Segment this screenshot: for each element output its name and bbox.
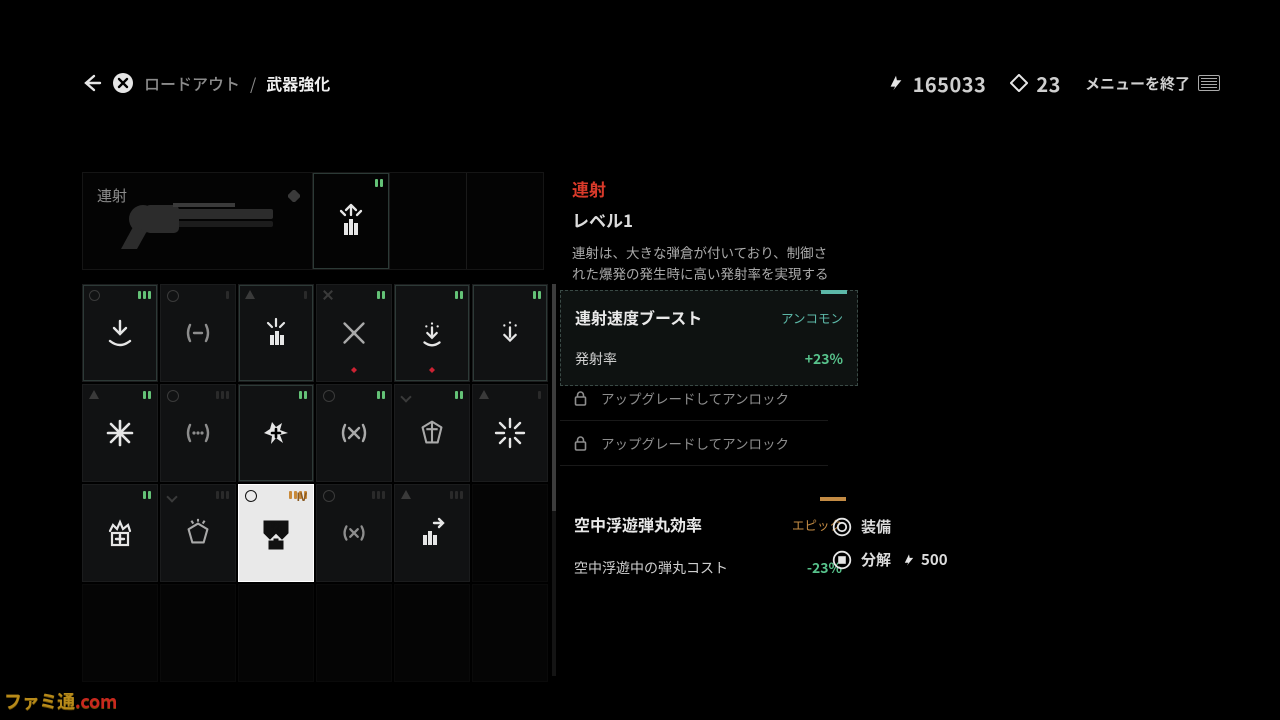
back-arrow-icon[interactable]	[82, 73, 102, 93]
locked-perk-label: アップグレードしてアンロック	[601, 388, 789, 408]
weapon-detail-panel: 連射 レベル1 連射は、大きな弾倉が付いており、制御された爆発の発生時に高い発射…	[572, 176, 852, 284]
locked-perk-row: アップグレードしてアンロック	[560, 376, 828, 421]
grid-cell-empty	[160, 584, 236, 682]
rarity-bar	[820, 497, 846, 501]
grid-cell[interactable]	[394, 484, 470, 582]
currency-scrap: 165033	[887, 69, 987, 98]
weapon-title: 連射	[572, 176, 852, 201]
gem-shine-icon	[179, 514, 217, 552]
grid-cell[interactable]	[394, 384, 470, 482]
perk-card-primary[interactable]: 連射速度ブースト アンコモン 発射率 +23%	[560, 290, 858, 386]
weapon-slot[interactable]: 連射	[83, 173, 313, 269]
grid-cell[interactable]	[472, 384, 548, 482]
grid-cell-empty	[82, 584, 158, 682]
tier-pips	[375, 179, 383, 187]
top-bar: ロードアウト / 武器強化 165033 23 メニューを終了	[82, 66, 1220, 100]
grid-cell[interactable]	[394, 284, 470, 382]
grid-scrollbar[interactable]	[552, 284, 556, 676]
scrap-icon	[887, 74, 905, 92]
rapid-fire-right-icon	[413, 514, 451, 552]
square-in-circle-icon	[832, 550, 852, 570]
lock-icon	[574, 391, 587, 406]
top-bar-right: 165033 23 メニューを終了	[887, 69, 1220, 98]
perk-stat-value: +23%	[805, 349, 843, 369]
mod-slot-1[interactable]	[313, 173, 390, 269]
drop-impact-icon	[491, 314, 529, 352]
orb-icon	[1010, 74, 1028, 92]
locked-perk-row: アップグレードしてアンロック	[560, 421, 828, 466]
grid-cell-selected[interactable]: IV %	[238, 484, 314, 582]
svg-text:%: %	[271, 519, 282, 535]
reload-down-icon	[101, 314, 139, 352]
circle-o-icon	[832, 517, 852, 537]
grid-cell[interactable]	[238, 384, 314, 482]
perk-name: 空中浮遊弾丸効率	[574, 512, 702, 536]
weapon-strip: 連射	[82, 172, 544, 270]
locked-perk-list: アップグレードしてアンロック アップグレードしてアンロック	[560, 376, 828, 466]
perk-actions: 装備 分解 500	[832, 516, 1032, 570]
perk-rarity: アンコモン	[781, 308, 843, 327]
grid-cell-empty	[238, 584, 314, 682]
burst-inward-icon	[491, 414, 529, 452]
grid-cell[interactable]	[160, 284, 236, 382]
percent-banner-icon: %	[257, 514, 295, 552]
equip-action[interactable]: 装備	[832, 516, 1032, 537]
currency-orbs: 23	[1010, 69, 1061, 98]
grid-cell[interactable]	[316, 484, 392, 582]
grid-cell[interactable]	[82, 484, 158, 582]
weapon-silhouette-icon	[93, 183, 293, 263]
perk-name: 連射速度ブースト	[575, 305, 702, 329]
perk-stat-label: 発射率	[575, 349, 617, 369]
breadcrumb-current: 武器強化	[266, 71, 330, 95]
grid-cell-empty	[472, 484, 548, 582]
lock-icon	[574, 436, 587, 451]
crosshair-x-icon	[335, 314, 373, 352]
weapon-level: レベル1	[572, 207, 852, 232]
perk-stat-label: 空中浮遊中の弾丸コスト	[574, 558, 728, 578]
grid-cell[interactable]	[160, 484, 236, 582]
grid-cell[interactable]	[472, 284, 548, 382]
grid-cell[interactable]	[82, 384, 158, 482]
bracket-x-icon	[335, 414, 373, 452]
mod-slot-2[interactable]	[390, 173, 467, 269]
weapon-description: 連射は、大きな弾倉が付いており、制御された爆発の発生時に高い発射率を実現する	[572, 242, 832, 284]
close-button-icon[interactable]	[112, 72, 134, 94]
drop-recoil-icon	[413, 314, 451, 352]
dismantle-cost: 500	[902, 549, 948, 570]
upgrade-grid: IV %	[82, 284, 550, 682]
rarity-bar	[821, 290, 847, 294]
equip-label: 装備	[861, 516, 891, 537]
shield-gem-icon	[413, 414, 451, 452]
perk-card-secondary[interactable]: 空中浮遊弾丸効率 エピック 空中浮遊中の弾丸コスト -23%	[560, 498, 856, 594]
grid-cell[interactable]	[238, 284, 314, 382]
bracket-x-small-icon	[335, 514, 373, 552]
rapid-fire-icon	[332, 202, 370, 240]
spread-fire-icon	[257, 314, 295, 352]
scrap-icon	[902, 553, 916, 567]
dismantle-action[interactable]: 分解 500	[832, 549, 1032, 570]
grid-cell[interactable]	[316, 284, 392, 382]
grid-cell-empty	[316, 584, 392, 682]
breadcrumb-prev[interactable]: ロードアウト	[144, 71, 240, 95]
bracket-dots-icon	[179, 414, 217, 452]
watermark: ファミ通.com	[4, 688, 117, 714]
grid-cell-empty	[394, 584, 470, 682]
grid-cell-empty	[472, 584, 548, 682]
bracket-dash-icon	[179, 314, 217, 352]
mod-slot-3[interactable]	[467, 173, 543, 269]
explosion-plus-icon	[257, 414, 295, 452]
grid-cell[interactable]	[316, 384, 392, 482]
menu-exit-button[interactable]: メニューを終了	[1085, 73, 1220, 94]
burst-star-icon	[101, 414, 139, 452]
tier-pips	[138, 291, 151, 299]
grid-cell[interactable]	[160, 384, 236, 482]
dismantle-label: 分解	[861, 549, 891, 570]
locked-perk-label: アップグレードしてアンロック	[601, 433, 789, 453]
explosion-box-plus-icon	[101, 514, 139, 552]
grid-cell[interactable]	[82, 284, 158, 382]
options-button-icon	[1198, 75, 1220, 91]
breadcrumb: ロードアウト / 武器強化	[82, 71, 330, 95]
